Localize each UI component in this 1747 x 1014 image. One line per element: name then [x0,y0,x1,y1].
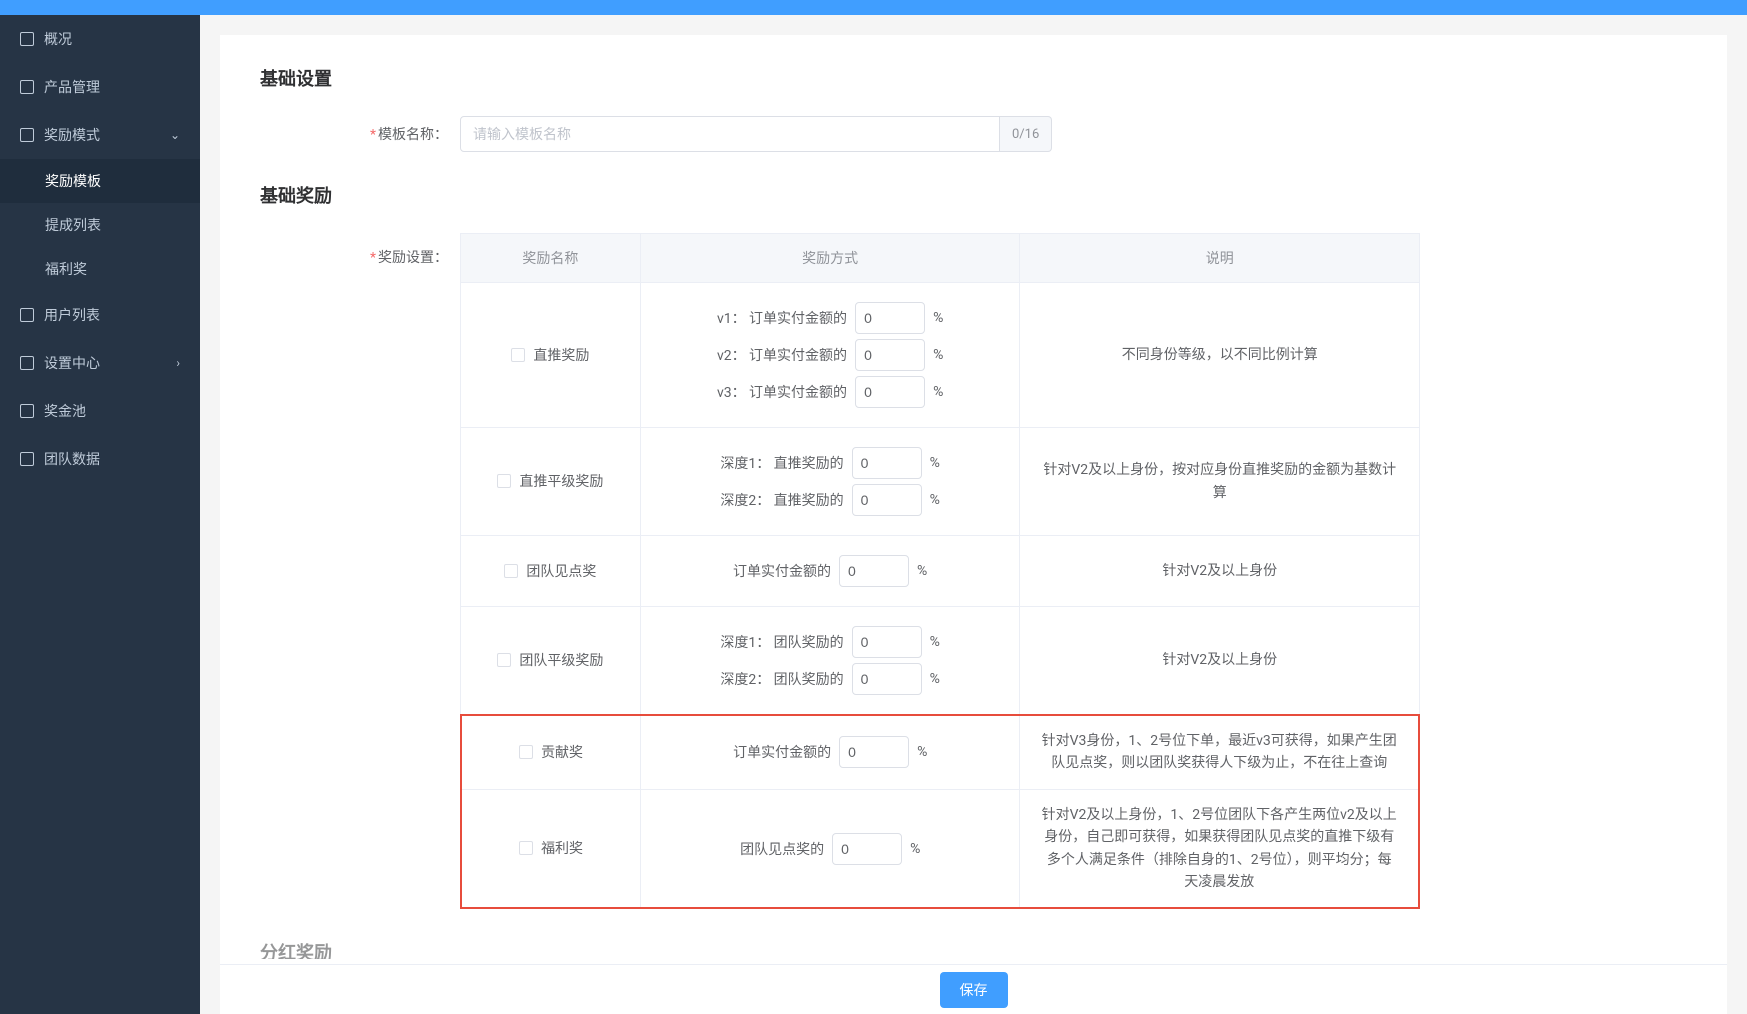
menu-icon [20,404,34,418]
table-header-method: 奖励方式 [640,234,1020,283]
contribution-input[interactable] [839,736,909,768]
table-row: 直推奖励 v1： 订单实付金额的% v2： 订单实付金额的% v3： 订单实付金… [461,283,1420,428]
checkbox-team-point[interactable] [504,564,518,578]
v2-percent-input[interactable] [855,339,925,371]
sidebar-sub-label: 提成列表 [45,215,101,235]
depth2-team-input[interactable] [852,663,922,695]
table-row: 直推平级奖励 深度1： 直推奖励的% 深度2： 直推奖励的% 针对V2及以上身份… [461,428,1420,536]
template-name-label: *模板名称： [260,124,460,144]
top-header [0,0,1747,15]
reward-desc: 不同身份等级，以不同比例计算 [1030,344,1409,366]
chevron-down-icon: ⌄ [170,128,180,142]
reward-table-highlighted: 贡献奖 订单实付金额的% 针对V3身份，1、2号位下单，最近v3可获得，如果产生… [460,714,1420,909]
sidebar-label: 产品管理 [44,77,100,97]
checkbox-direct-push-level[interactable] [497,474,511,488]
sidebar-item-bonus-pool[interactable]: 奖金池 [0,387,200,435]
menu-icon [20,128,34,142]
sidebar: 概况 产品管理 奖励模式 ⌄ 奖励模板 提成列表 福利奖 用户列表 设置中心 › [0,15,200,1014]
sidebar-item-overview[interactable]: 概况 [0,15,200,63]
checkbox-welfare[interactable] [519,841,533,855]
sidebar-item-team-data[interactable]: 团队数据 [0,435,200,483]
sidebar-label: 奖励模式 [44,125,100,145]
sidebar-item-reward-mode[interactable]: 奖励模式 ⌄ [0,111,200,159]
sidebar-sub-commission-list[interactable]: 提成列表 [0,203,200,247]
depth1-team-input[interactable] [852,626,922,658]
reward-name: 福利奖 [541,838,583,858]
depth1-direct-input[interactable] [852,447,922,479]
v3-percent-input[interactable] [855,376,925,408]
save-button[interactable]: 保存 [940,972,1008,1008]
reward-desc: 针对V2及以上身份，1、2号位团队下各产生两位v2及以上身份，自己即可获得，如果… [1030,804,1408,894]
table-row: 团队见点奖 订单实付金额的% 针对V2及以上身份 [461,536,1420,607]
chevron-right-icon: › [176,356,180,370]
reward-desc: 针对V2及以上身份 [1030,560,1409,582]
section-title-basic-settings: 基础设置 [260,65,1687,91]
sidebar-label: 用户列表 [44,305,100,325]
welfare-input[interactable] [832,833,902,865]
sidebar-sub-label: 奖励模板 [45,171,101,191]
template-name-input[interactable] [460,116,1000,152]
sidebar-label: 设置中心 [44,353,100,373]
reward-name: 贡献奖 [541,742,583,762]
menu-icon [20,80,34,94]
sidebar-label: 奖金池 [44,401,86,421]
sidebar-label: 概况 [44,29,72,49]
reward-desc: 针对V2及以上身份 [1030,649,1409,671]
sidebar-sub-reward-template[interactable]: 奖励模板 [0,159,200,203]
sidebar-item-product[interactable]: 产品管理 [0,63,200,111]
table-row: 团队平级奖励 深度1： 团队奖励的% 深度2： 团队奖励的% 针对V2及以上身份 [461,607,1420,715]
sidebar-label: 团队数据 [44,449,100,469]
table-header-desc: 说明 [1020,234,1420,283]
table-row: 贡献奖 订单实付金额的% 针对V3身份，1、2号位下单，最近v3可获得，如果产生… [461,715,1419,789]
reward-desc: 针对V3身份，1、2号位下单，最近v3可获得，如果产生团队见点奖，则以团队奖获得… [1030,730,1408,775]
reward-desc: 针对V2及以上身份，按对应身份直推奖励的金额为基数计算 [1030,459,1409,504]
reward-table: 奖励名称 奖励方式 说明 直推奖励 [460,233,1420,715]
table-row: 福利奖 团队见点奖的% 针对V2及以上身份，1、2号位团队下各产生两位v2及以上… [461,789,1419,908]
footer-bar: 保存 [220,964,1727,1014]
reward-name: 团队平级奖励 [519,650,603,670]
reward-name: 直推奖励 [533,345,589,365]
section-title-basic-reward: 基础奖励 [260,182,1687,208]
reward-name: 直推平级奖励 [519,471,603,491]
depth2-direct-input[interactable] [852,484,922,516]
menu-icon [20,32,34,46]
section-title-dividend: 分红奖励 [260,939,1687,959]
menu-icon [20,356,34,370]
template-name-counter: 0/16 [1000,116,1052,152]
sidebar-item-settings[interactable]: 设置中心 › [0,339,200,387]
reward-name: 团队见点奖 [526,561,596,581]
checkbox-team-level[interactable] [497,653,511,667]
main-content: 基础设置 *模板名称： 0/16 基础奖励 *奖励设置： [200,15,1747,1014]
sidebar-sub-label: 福利奖 [45,259,87,279]
v1-percent-input[interactable] [855,302,925,334]
checkbox-direct-push[interactable] [511,348,525,362]
menu-icon [20,308,34,322]
sidebar-sub-welfare[interactable]: 福利奖 [0,247,200,291]
reward-setting-label: *奖励设置： [260,233,460,267]
sidebar-item-users[interactable]: 用户列表 [0,291,200,339]
checkbox-contribution[interactable] [519,745,533,759]
table-header-name: 奖励名称 [461,234,641,283]
menu-icon [20,452,34,466]
team-point-input[interactable] [839,555,909,587]
